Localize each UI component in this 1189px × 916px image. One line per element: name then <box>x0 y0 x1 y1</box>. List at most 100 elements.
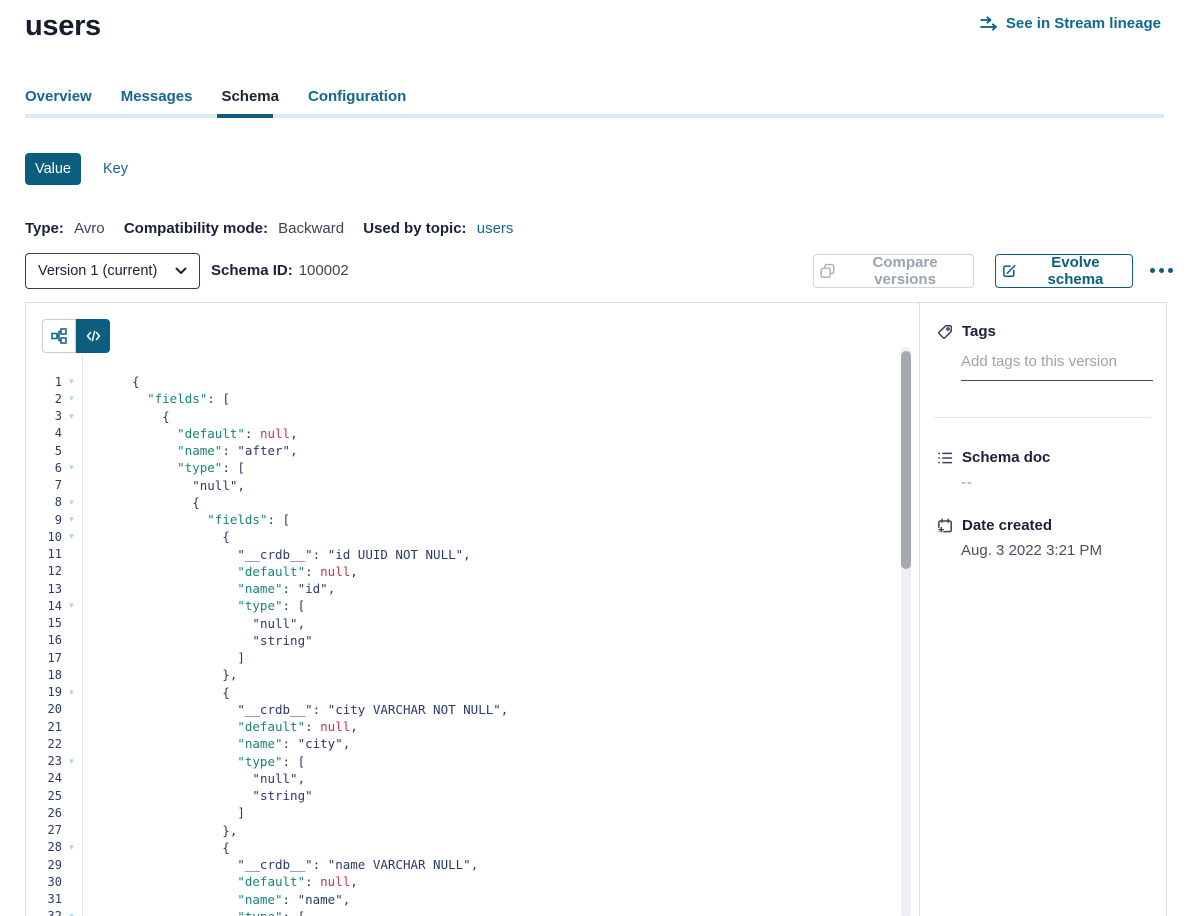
version-select[interactable]: Version 1 (current) <box>25 253 200 289</box>
code-text: { <box>132 685 230 700</box>
calendar-plus-icon <box>937 518 953 534</box>
stream-lineage-link[interactable]: See in Stream lineage <box>980 15 1161 32</box>
code-text: { <box>132 529 230 544</box>
line-number: 20 <box>26 702 62 716</box>
dot-icon <box>1168 268 1173 273</box>
evolve-schema-label: Evolve schema <box>1025 254 1126 288</box>
code-line-30: 30 "default": null, <box>26 873 896 890</box>
schema-sidebar: Tags Schema doc -- <box>919 303 1167 916</box>
code-line-23: 23▾ "type": [ <box>26 753 896 770</box>
code-line-21: 21 "default": null, <box>26 718 896 735</box>
code-text: ] <box>132 650 245 665</box>
line-number: 9 <box>26 513 62 527</box>
code-line-8: 8▾ { <box>26 494 896 511</box>
line-number: 26 <box>26 806 62 820</box>
schema-meta-row: Type: Avro Compatibility mode: Backward … <box>25 220 513 237</box>
code-text: ] <box>132 805 245 820</box>
line-number: 17 <box>26 651 62 665</box>
tags-section-heading: Tags <box>937 323 996 340</box>
code-line-10: 10▾ { <box>26 528 896 545</box>
evolve-schema-button[interactable]: Evolve schema <box>995 254 1133 288</box>
version-select-value: Version 1 (current) <box>38 263 175 279</box>
fold-arrow-icon[interactable]: ▾ <box>62 515 81 524</box>
line-number: 11 <box>26 547 62 561</box>
compatibility-label: Compatibility mode: <box>124 220 268 237</box>
code-line-2: 2▾ "fields": [ <box>26 390 896 407</box>
code-text: "type": [ <box>132 460 245 475</box>
more-menu-button[interactable] <box>1146 264 1177 277</box>
line-number: 24 <box>26 771 62 785</box>
topic-link[interactable]: users <box>477 220 514 237</box>
code-view-icon <box>86 329 101 343</box>
schema-doc-heading: Schema doc <box>937 449 1050 466</box>
code-view-button[interactable] <box>76 319 110 353</box>
code-text: "type": [ <box>132 909 305 916</box>
fold-arrow-icon[interactable]: ▾ <box>62 412 81 421</box>
tab-messages[interactable]: Messages <box>121 88 193 105</box>
line-number: 12 <box>26 564 62 578</box>
schema-panel: 1▾{2▾ "fields": [3▾ {4 "default": null,5… <box>25 302 1167 916</box>
tab-schema[interactable]: Schema <box>221 88 279 105</box>
fold-arrow-icon[interactable]: ▾ <box>62 757 81 766</box>
code-text: "__crdb__": "id UUID NOT NULL", <box>132 547 471 562</box>
topic-schema-page: users See in Stream lineage Overview Mess… <box>0 0 1189 916</box>
code-text: "name": "after", <box>132 443 298 458</box>
fold-arrow-icon[interactable]: ▾ <box>62 688 81 697</box>
code-text: "name": "name", <box>132 892 350 907</box>
code-line-7: 7 "null", <box>26 477 896 494</box>
line-number: 15 <box>26 616 62 630</box>
line-number: 25 <box>26 789 62 803</box>
code-text: { <box>132 840 230 855</box>
line-number: 19 <box>26 685 62 699</box>
value-toggle-button[interactable]: Value <box>25 153 81 185</box>
code-line-18: 18 }, <box>26 666 896 683</box>
line-number: 18 <box>26 668 62 682</box>
code-line-27: 27 }, <box>26 822 896 839</box>
code-editor: 1▾{2▾ "fields": [3▾ {4 "default": null,5… <box>26 373 896 916</box>
code-line-13: 13 "name": "id", <box>26 580 896 597</box>
fold-arrow-icon[interactable]: ▾ <box>62 912 81 916</box>
code-text: "default": null, <box>132 719 358 734</box>
line-number: 10 <box>26 530 62 544</box>
line-number: 1 <box>26 375 62 389</box>
tag-icon <box>937 324 953 340</box>
sidebar-divider <box>934 417 1151 418</box>
code-text: "__crdb__": "city VARCHAR NOT NULL", <box>132 702 508 717</box>
date-created-value: Aug. 3 2022 3:21 PM <box>961 542 1102 559</box>
tags-input[interactable] <box>961 353 1153 381</box>
type-label: Type: <box>25 220 64 237</box>
schema-doc-heading-label: Schema doc <box>962 449 1050 466</box>
compare-versions-button[interactable]: Compare versions <box>813 254 974 288</box>
key-toggle-button[interactable]: Key <box>99 153 132 185</box>
fold-arrow-icon[interactable]: ▾ <box>62 601 81 610</box>
type-value: Avro <box>74 220 105 237</box>
line-number: 31 <box>26 892 62 906</box>
code-line-14: 14▾ "type": [ <box>26 597 896 614</box>
chevron-down-icon <box>175 267 187 275</box>
fold-arrow-icon[interactable]: ▾ <box>62 377 81 386</box>
code-line-29: 29 "__crdb__": "name VARCHAR NULL", <box>26 856 896 873</box>
code-line-24: 24 "null", <box>26 770 896 787</box>
fold-arrow-icon[interactable]: ▾ <box>62 498 81 507</box>
list-icon <box>937 450 953 466</box>
tab-configuration[interactable]: Configuration <box>308 88 406 105</box>
tab-overview[interactable]: Overview <box>25 88 92 105</box>
line-number: 2 <box>26 392 62 406</box>
fold-arrow-icon[interactable]: ▾ <box>62 532 81 541</box>
code-text: "fields": [ <box>132 512 290 527</box>
tree-view-button[interactable] <box>42 319 76 353</box>
line-number: 13 <box>26 582 62 596</box>
schema-id-value: 100002 <box>299 262 349 279</box>
code-line-15: 15 "null", <box>26 615 896 632</box>
fold-arrow-icon[interactable]: ▾ <box>62 463 81 472</box>
code-text: "fields": [ <box>132 391 230 406</box>
dot-icon <box>1159 268 1164 273</box>
fold-arrow-icon[interactable]: ▾ <box>62 843 81 852</box>
scrollbar-thumb[interactable] <box>901 351 911 569</box>
code-text: "__crdb__": "name VARCHAR NULL", <box>132 857 478 872</box>
editor-scrollbar[interactable] <box>901 347 911 916</box>
line-number: 21 <box>26 720 62 734</box>
fold-arrow-icon[interactable]: ▾ <box>62 394 81 403</box>
line-number: 8 <box>26 495 62 509</box>
code-line-3: 3▾ { <box>26 408 896 425</box>
